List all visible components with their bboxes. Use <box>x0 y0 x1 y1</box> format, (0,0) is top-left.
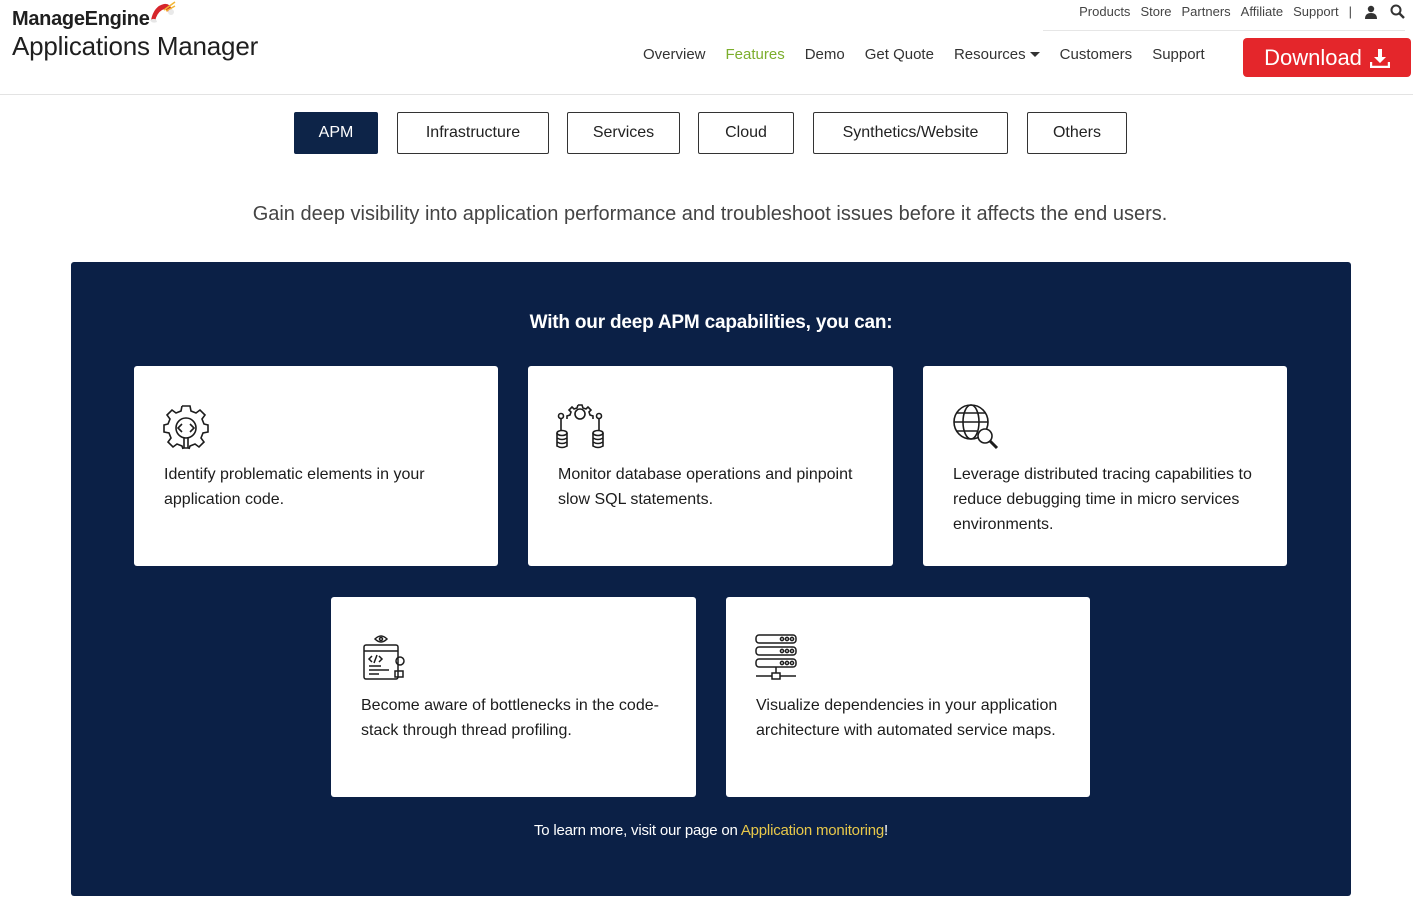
database-gear-icon <box>556 404 604 449</box>
card-text: Visualize dependencies in your applicati… <box>756 697 1058 739</box>
site-header: ManageEngine Applications Manager Produc… <box>0 0 1413 95</box>
apm-capabilities-panel: With our deep APM capabilities, you can:… <box>71 262 1351 896</box>
user-icon[interactable] <box>1364 5 1378 19</box>
nav-demo[interactable]: Demo <box>805 46 845 63</box>
brand-text: ManageEngine <box>12 8 150 30</box>
nav-customers[interactable]: Customers <box>1060 46 1133 63</box>
top-link-partners[interactable]: Partners <box>1182 4 1231 19</box>
logo[interactable]: ManageEngine Applications Manager <box>12 1 259 62</box>
caret-down-icon <box>1029 52 1040 57</box>
top-link-store[interactable]: Store <box>1140 4 1171 19</box>
tab-apm[interactable]: APM <box>294 112 378 154</box>
feature-tabs: APM Infrastructure Services Cloud Synthe… <box>0 112 1413 154</box>
top-link-products[interactable]: Products <box>1079 4 1130 19</box>
download-label: Download <box>1264 44 1362 70</box>
tab-synthetics-website[interactable]: Synthetics/Website <box>813 112 1008 154</box>
top-link-support[interactable]: Support <box>1293 4 1339 19</box>
feature-card: Visualize dependencies in your applicati… <box>726 597 1090 797</box>
card-text: Monitor database operations and pinpoint… <box>558 466 853 508</box>
tab-infrastructure[interactable]: Infrastructure <box>397 112 549 154</box>
feature-card: Identify problematic elements in your ap… <box>134 366 498 566</box>
tab-cloud[interactable]: Cloud <box>698 112 794 154</box>
code-gear-icon <box>163 405 209 450</box>
footnote-suffix: ! <box>884 822 888 839</box>
card-text: Identify problematic elements in your ap… <box>164 466 425 508</box>
server-stack-icon <box>755 634 797 680</box>
footnote-prefix: To learn more, visit our page on <box>533 822 741 839</box>
utility-bar: Products Store Partners Affiliate Suppor… <box>1069 4 1405 19</box>
application-monitoring-link[interactable]: Application monitoring <box>741 822 884 839</box>
top-link-affiliate[interactable]: Affiliate <box>1241 4 1283 19</box>
nav-support[interactable]: Support <box>1152 46 1205 63</box>
nav-get-quote[interactable]: Get Quote <box>865 46 934 63</box>
card-text: Become aware of bottlenecks in the code-… <box>361 697 659 739</box>
download-button[interactable]: Download <box>1243 38 1411 77</box>
feature-card: Leverage distributed tracing capabilitie… <box>923 366 1287 566</box>
nav-resources[interactable]: Resources <box>954 46 1040 63</box>
nav-resources-label: Resources <box>953 46 1026 63</box>
product-name: Applications Manager <box>12 31 259 61</box>
search-icon[interactable] <box>1390 4 1405 19</box>
nav-features[interactable]: Features <box>726 46 785 63</box>
card-text: Leverage distributed tracing capabilitie… <box>953 466 1252 533</box>
santa-hat-icon <box>149 1 175 23</box>
nav-overview[interactable]: Overview <box>643 46 706 63</box>
code-window-icon <box>363 635 405 680</box>
feature-card: Become aware of bottlenecks in the code-… <box>331 597 696 797</box>
learn-more-note: To learn more, visit our page on Applica… <box>71 822 1351 839</box>
divider <box>1043 30 1405 31</box>
separator: | <box>1348 4 1352 19</box>
globe-search-icon <box>953 404 999 450</box>
tab-services[interactable]: Services <box>567 112 680 154</box>
brand-name: ManageEngine <box>12 1 175 31</box>
download-icon <box>1369 48 1390 68</box>
tab-others[interactable]: Others <box>1027 112 1127 154</box>
feature-card: Monitor database operations and pinpoint… <box>528 366 893 566</box>
main-nav: Overview Features Demo Get Quote Resourc… <box>633 46 1215 63</box>
tagline: Gain deep visibility into application pe… <box>252 203 1168 225</box>
panel-title: With our deep APM capabilities, you can: <box>529 312 893 333</box>
